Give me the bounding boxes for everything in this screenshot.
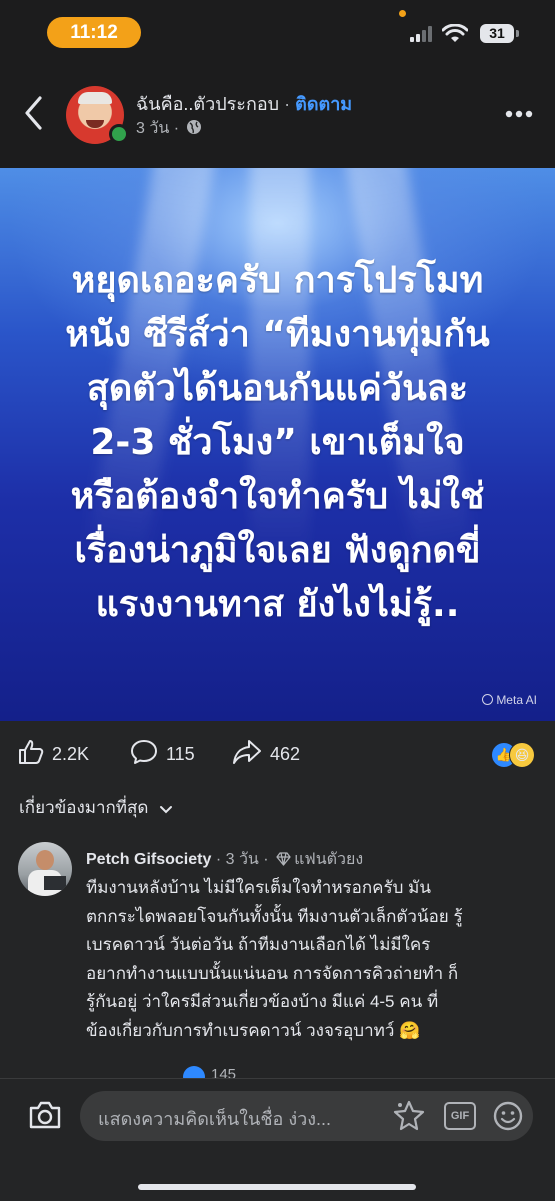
like-icon (19, 740, 44, 764)
comment-line: ตกกระไดพลอยโจนกันทั้งนั้น ทีมงานตัวเล็กต… (86, 906, 463, 926)
comment-button[interactable]: 115 (130, 739, 195, 765)
post-actions: 2.2K 115 462 👍 😆 (0, 721, 555, 785)
wifi-icon (442, 24, 468, 42)
post-text-line: เรื่องน่าภูมิใจเลย ฟังดูกดขี่ (74, 530, 481, 571)
share-count: 462 (270, 744, 301, 764)
comment-line: ข้องเกี่ยวกับการทำเบรคดาวน์ วงจรอุบาทว์ … (86, 1020, 421, 1040)
post-text-line: หยุดเถอะครับ การโปรโมท (71, 260, 484, 301)
status-bar: 11:12 31 (0, 0, 555, 62)
post-image-text: หยุดเถอะครับ การโปรโมท หนัง ซีรีส์ว่า “ท… (20, 254, 535, 632)
haha-reaction-icon: 😆 (509, 742, 535, 768)
post-age: 3 วัน · (136, 120, 184, 137)
avatar-head (36, 850, 54, 870)
status-time: 11:12 (47, 17, 141, 48)
online-status-dot (109, 124, 129, 144)
page-title-row: ฉันคือ..ตัวประกอบ · ติดตาม (136, 89, 352, 118)
commenter-avatar[interactable] (18, 842, 72, 896)
comment-body: ทีมงานหลังบ้าน ไม่มีใครเต็มใจทำหรอกครับ … (86, 874, 531, 1045)
sticker-icon[interactable] (392, 1099, 426, 1131)
comment-count: 115 (166, 744, 195, 764)
cellular-signal-icon (410, 26, 432, 42)
post-header: ฉันคือ..ตัวประกอบ · ติดตาม 3 วัน · (0, 62, 555, 168)
reaction-summary[interactable]: 👍 😆 (491, 742, 541, 768)
comment-line: ทีมงานหลังบ้าน ไม่มีใครเต็มใจทำหรอกครับ … (86, 878, 432, 897)
back-arrow-icon[interactable] (22, 94, 46, 132)
avatar-mouth (86, 120, 104, 128)
post-text-line: 2-3 ชั่วโมง” เขาเต็มใจ (90, 422, 465, 463)
gif-button[interactable]: GIF (444, 1102, 476, 1130)
share-button[interactable]: 462 (232, 739, 300, 765)
commenter-name[interactable]: Petch Gifsociety (86, 851, 211, 868)
follow-button[interactable]: ติดตาม (295, 94, 352, 114)
meta-ai-icon (482, 694, 494, 705)
meta-ai-label: Meta AI (496, 693, 537, 707)
battery-tip (516, 30, 519, 37)
post-text-line: สุดตัวได้นอนกันแค่วันละ (86, 368, 469, 409)
emoji-icon[interactable] (492, 1100, 524, 1132)
sort-label: เกี่ยวข้องมากที่สุด (19, 798, 149, 817)
battery-icon: 31 (480, 24, 514, 43)
share-icon (233, 740, 261, 764)
comment-line: อยากทำงานแบบนั้นแน่นอน การจัดการคิวถ่ายท… (86, 963, 459, 983)
page-name[interactable]: ฉันคือ..ตัวประกอบ (136, 94, 279, 114)
privacy-indicator-dot (399, 10, 406, 17)
post-text-line: หนัง ซีรีส์ว่า “ทีมงานทุ่มกัน (65, 314, 490, 355)
top-fan-badge: แฟนตัวยง (294, 851, 364, 868)
camera-icon[interactable] (28, 1100, 62, 1130)
meta-ai-watermark: Meta AI (482, 693, 537, 707)
comment-header: Petch Gifsociety · 3 วัน · แฟนตัวยง (86, 847, 363, 872)
avatar-laptop (44, 876, 66, 890)
comment-line: รู้กันอยู่ ว่าใครมีส่วนเกี่ยวข้องบ้าง มี… (86, 992, 439, 1011)
comment-icon (131, 740, 157, 764)
comment-line: เบรคดาวน์ วันต่อวัน ถ้าทีมงานเลือกได้ ไม… (86, 935, 431, 954)
comment-input-placeholder: แสดงความคิดเห็นในชื่อ ง่วง... (98, 1109, 332, 1129)
like-count: 2.2K (52, 744, 90, 764)
globe-icon (187, 120, 202, 134)
post-meta: 3 วัน · (136, 116, 202, 141)
post-text-line: แรงงานทาส ยังไงไม่รู้.. (95, 584, 460, 625)
avatar-hair (78, 92, 112, 104)
diamond-icon (276, 852, 291, 866)
post-text-line: หรือต้องจำใจทำครับ ไม่ใช่ (70, 476, 485, 517)
more-options-icon[interactable] (505, 110, 533, 118)
post-image[interactable]: หยุดเถอะครับ การโปรโมท หนัง ซีรีส์ว่า “ท… (0, 168, 555, 721)
comment-sort-dropdown[interactable]: เกี่ยวข้องมากที่สุด (19, 794, 173, 821)
comment-age: · 3 วัน · (211, 851, 274, 868)
home-indicator[interactable] (138, 1184, 416, 1190)
chevron-down-icon (160, 806, 173, 814)
separator-dot: · (279, 94, 296, 114)
like-button[interactable]: 2.2K (18, 739, 89, 765)
